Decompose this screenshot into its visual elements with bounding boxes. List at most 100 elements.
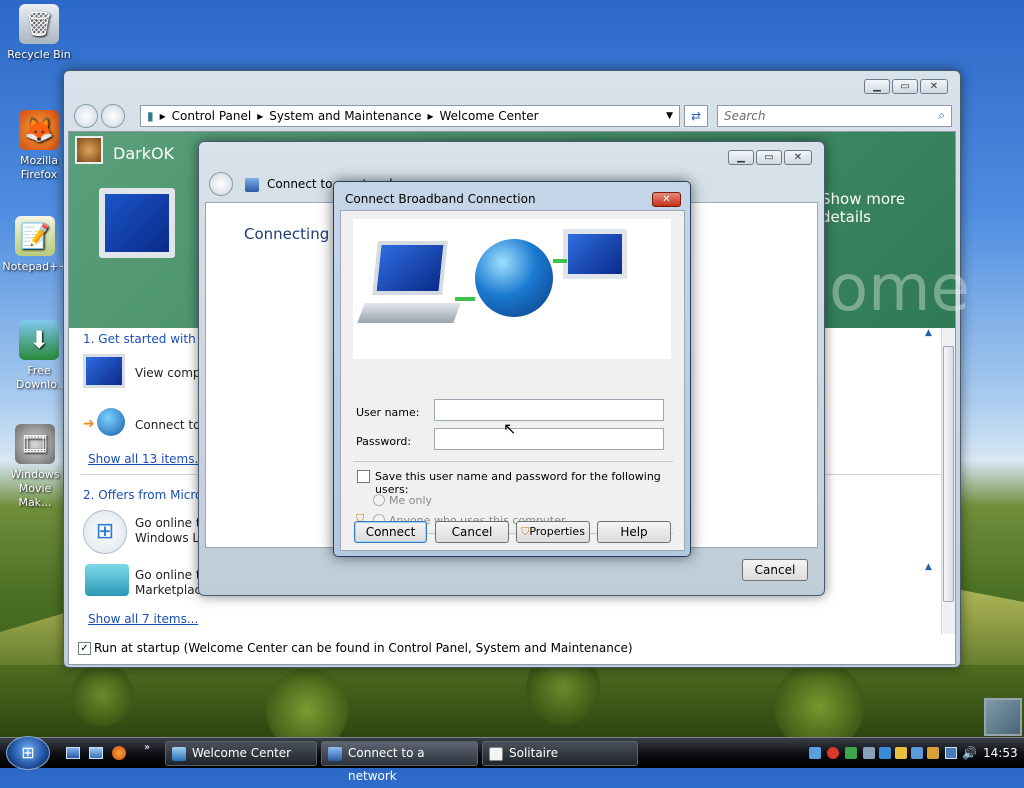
laptop-base-icon xyxy=(357,303,461,323)
breadcrumb-sep-icon: ▸ xyxy=(257,109,264,123)
user-avatar[interactable] xyxy=(75,136,103,164)
wallpaper-bushes xyxy=(0,665,1024,740)
desktop-icon-label: Mozilla Firefox xyxy=(20,154,58,181)
firefox-icon[interactable] xyxy=(112,746,126,760)
separator xyxy=(353,461,673,462)
scroll-up-icon[interactable]: ▲ xyxy=(925,562,932,572)
properties-button[interactable]: ⛉Properties xyxy=(516,521,590,543)
search-input[interactable]: Search ⌕ xyxy=(717,105,952,127)
tray-app-icon[interactable] xyxy=(809,747,821,759)
basket-icon xyxy=(85,564,129,596)
user-name-label: User name: xyxy=(356,406,420,419)
desktop-icon-label: Notepad++ xyxy=(2,260,68,273)
breadcrumb-item[interactable]: Welcome Center xyxy=(440,109,539,123)
show-all-link[interactable]: Show all 13 items... xyxy=(88,452,206,466)
notepad-icon: 📝 xyxy=(15,216,55,256)
password-label: Password: xyxy=(356,435,412,448)
refresh-button[interactable]: ⇄ xyxy=(684,105,708,127)
run-at-startup-checkbox[interactable]: ✓ xyxy=(78,642,91,655)
scrollbar[interactable] xyxy=(941,328,955,634)
desktop-icon-movie-maker[interactable]: 🎞 Windows Movie Mak... xyxy=(0,424,70,510)
maximize-button[interactable]: ▭ xyxy=(892,79,918,94)
breadcrumb-item[interactable]: Control Panel xyxy=(172,109,252,123)
desktop-icon-recycle-bin[interactable]: 🗑 Recycle Bin xyxy=(4,4,74,62)
back-button[interactable] xyxy=(209,172,233,196)
section-heading: 2. Offers from Microso xyxy=(83,488,216,502)
back-button[interactable] xyxy=(74,104,98,128)
arrow-icon: ➜ xyxy=(83,416,95,432)
laptop-icon xyxy=(372,241,448,295)
chevron-icon[interactable]: » xyxy=(144,742,150,753)
computer-image xyxy=(99,188,175,258)
forward-button[interactable] xyxy=(101,104,125,128)
clock[interactable]: 14:53 xyxy=(983,741,1018,766)
cards-icon xyxy=(489,747,503,761)
tray-security-icon[interactable] xyxy=(845,747,857,759)
globe-icon xyxy=(475,239,553,317)
user-name-input[interactable] xyxy=(434,399,664,421)
network-icon xyxy=(245,178,259,192)
control-panel-icon: ▮ xyxy=(147,109,154,123)
system-tray: 🔊 14:53 xyxy=(805,741,1020,766)
connecting-heading: Connecting t xyxy=(244,225,340,243)
desktop-gadget[interactable] xyxy=(984,698,1022,736)
properties-label: Properties xyxy=(529,525,585,538)
link-line-icon xyxy=(455,297,475,301)
tray-error-icon[interactable] xyxy=(827,747,839,759)
recycle-bin-icon: 🗑 xyxy=(19,4,59,44)
desktop-icon-notepad[interactable]: 📝 Notepad++ xyxy=(0,216,70,274)
switch-windows-icon[interactable] xyxy=(89,747,103,759)
taskbar-item-welcome-center[interactable]: Welcome Center xyxy=(165,741,317,766)
scrollbar-thumb[interactable] xyxy=(943,346,954,602)
user-name: DarkOK xyxy=(113,144,175,163)
show-all-link[interactable]: Show all 7 items... xyxy=(88,612,198,626)
show-more-details-link[interactable]: Show more details xyxy=(821,190,955,226)
taskbar: ⊞ » Welcome Center Connect to a network … xyxy=(0,736,1024,783)
film-reel-icon: 🎞 xyxy=(15,424,55,464)
monitor-icon xyxy=(83,354,125,388)
close-button[interactable]: ✕ xyxy=(652,192,681,207)
me-only-radio[interactable] xyxy=(373,494,385,506)
windows-logo-icon: ⊞ xyxy=(83,510,127,554)
desktop-icon-label: Recycle Bin xyxy=(7,48,71,61)
scroll-up-icon[interactable]: ▲ xyxy=(925,328,932,338)
taskbar-label: Solitaire xyxy=(509,746,559,760)
start-button[interactable]: ⊞ xyxy=(6,736,50,770)
monitor-icon xyxy=(563,229,627,279)
breadcrumb-sep-icon: ▸ xyxy=(159,109,166,123)
password-input[interactable] xyxy=(434,428,664,450)
download-icon: ⬇ xyxy=(19,320,59,360)
cancel-button[interactable]: Cancel xyxy=(435,521,509,543)
show-desktop-icon[interactable] xyxy=(66,747,80,759)
desktop-icon-label: Windows Movie Mak... xyxy=(10,468,60,509)
minimize-button[interactable]: ▁ xyxy=(864,79,890,94)
volume-icon[interactable]: 🔊 xyxy=(962,741,977,766)
network-icon xyxy=(328,747,342,761)
maximize-button[interactable]: ▭ xyxy=(756,150,782,165)
dialog-panel: User name: Password: ↖ Save this user na… xyxy=(340,210,685,551)
welcome-watermark: ome xyxy=(829,252,970,326)
close-button[interactable]: ✕ xyxy=(920,79,948,94)
tray-app-icon[interactable] xyxy=(911,747,923,759)
tray-app-icon[interactable] xyxy=(879,747,891,759)
taskbar-item-connect-network[interactable]: Connect to a network xyxy=(321,741,478,783)
address-bar[interactable]: ▮ ▸ Control Panel ▸ System and Maintenan… xyxy=(140,105,680,127)
minimize-button[interactable]: ▁ xyxy=(728,150,754,165)
windows-logo-icon: ⊞ xyxy=(21,743,35,762)
cancel-button[interactable]: Cancel xyxy=(742,559,808,581)
help-button[interactable]: Help xyxy=(597,521,671,543)
close-button[interactable]: ✕ xyxy=(784,150,812,165)
window-controls: ▁ ▭ ✕ xyxy=(728,150,812,165)
tray-app-icon[interactable] xyxy=(927,747,939,759)
search-icon: ⌕ xyxy=(938,108,945,122)
taskbar-item-solitaire[interactable]: Solitaire xyxy=(482,741,638,766)
tray-app-icon[interactable] xyxy=(863,747,875,759)
breadcrumb-item[interactable]: System and Maintenance xyxy=(269,109,421,123)
connect-button[interactable]: Connect xyxy=(354,521,427,543)
network-tray-icon[interactable] xyxy=(945,747,957,759)
taskbar-label: Welcome Center xyxy=(192,746,292,760)
dropdown-arrow-icon[interactable]: ▼ xyxy=(666,111,679,121)
tray-app-icon[interactable] xyxy=(895,747,907,759)
save-credentials-checkbox[interactable] xyxy=(357,470,370,483)
me-only-label: Me only xyxy=(389,494,433,507)
